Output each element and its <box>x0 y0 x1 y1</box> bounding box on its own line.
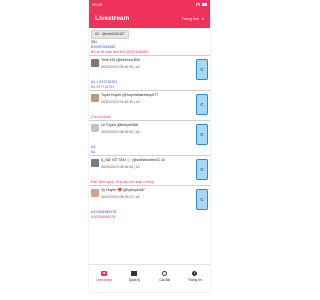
avatar <box>91 124 99 132</box>
comment-item: Trinh Nữ |@trinhnu1808 06/03/2023 08:46:… <box>89 56 210 80</box>
comment-message: A10354956178 <box>91 215 116 219</box>
create-order-button[interactable]: C <box>196 94 208 115</box>
create-order-button[interactable]: C <box>196 59 208 80</box>
chevron-down-icon <box>202 17 204 20</box>
create-order-button[interactable]: C <box>196 189 208 210</box>
comment-time: 06/03/2023 08:46:45 | #2 <box>101 100 140 104</box>
page-select[interactable]: Trang live <box>182 16 204 21</box>
comment-username: Trinh Nữ |@trinhnu1808 <box>101 58 140 62</box>
avatar <box>91 59 99 67</box>
feed-top-item: 351 B10937648369 B1 sz M màu đen 8% @937… <box>89 40 210 55</box>
battery-icon <box>202 3 207 6</box>
bottom-nav: Livestream Quản lý Cài đặt i Thông tin <box>89 264 210 287</box>
comment-time: 06/03/2023 08:49:01 | #2 <box>101 195 140 199</box>
tab-label: Cài đặt <box>159 277 170 282</box>
info-icon: i <box>192 270 198 276</box>
comment-time: 06/03/2023 08:46:50 | #2 <box>101 130 140 134</box>
comment-time: 06/03/2023 08:46:58 | #2 <box>101 165 140 169</box>
tab-label: Quản lý <box>128 277 141 282</box>
wifi-icon <box>196 3 200 6</box>
comment-item: Tuyết Huỳnh |@huynhthianhtuyet77 06/03/2… <box>89 91 210 115</box>
filter-chip[interactable]: #2 - @mebi030407 <box>91 29 129 39</box>
page-select-label: Trang live <box>181 16 199 21</box>
avatar <box>91 159 99 167</box>
folder-icon <box>131 270 138 276</box>
comment-username: Lê Tuyền |@letuyet366 <box>101 123 138 127</box>
comment-item: ß_NỮ VÕ TÂM 🛒 |@vuthithuhien31.10 06/03/… <box>89 156 210 180</box>
app-title: Livestream <box>95 15 130 22</box>
comment-time: 06/03/2023 08:46:45 | #2 <box>101 65 140 69</box>
camera-icon <box>101 270 108 276</box>
avatar <box>91 94 99 102</box>
create-order-button[interactable]: C <box>196 159 208 180</box>
status-icons <box>196 3 207 6</box>
tab-info[interactable]: i Thông tin <box>180 265 210 287</box>
comment-username: Vy Huyền ❤️ |@vyhuyen87 <box>101 188 145 192</box>
avatar <box>91 189 99 197</box>
app-bar: Livestream Trang live <box>89 9 210 28</box>
filter-bar: #2 - @mebi030407 <box>89 28 210 40</box>
system-nav-bar <box>89 287 210 292</box>
comment-username: Tuyết Huỳnh |@huynhthianhtuyet77 <box>101 93 159 97</box>
tab-label: Thông tin <box>188 277 202 282</box>
create-order-button[interactable]: C <box>196 124 208 145</box>
comment-item: Lê Tuyền |@letuyet366 06/03/2023 08:46:5… <box>89 121 210 145</box>
phone-screen: 09:45 Livestream Trang live #2 - @mebi03… <box>89 0 210 292</box>
status-bar: 09:45 <box>89 0 210 9</box>
tab-settings[interactable]: Cài đặt <box>150 265 180 287</box>
gear-icon <box>162 270 168 276</box>
tab-manage[interactable]: Quản lý <box>119 265 149 287</box>
tab-livestream[interactable]: Livestream <box>89 265 119 287</box>
status-time: 09:45 <box>92 2 103 7</box>
comment-username: ß_NỮ VÕ TÂM 🛒 |@vuthithuhien31.10 <box>101 158 165 162</box>
comment-feed[interactable]: 351 B10937648369 B1 sz M màu đen 8% @937… <box>89 40 210 265</box>
tab-label: Livestream <box>96 277 113 282</box>
comment-item: Vy Huyền ❤️ |@vyhuyen87 06/03/2023 08:49… <box>89 186 210 210</box>
